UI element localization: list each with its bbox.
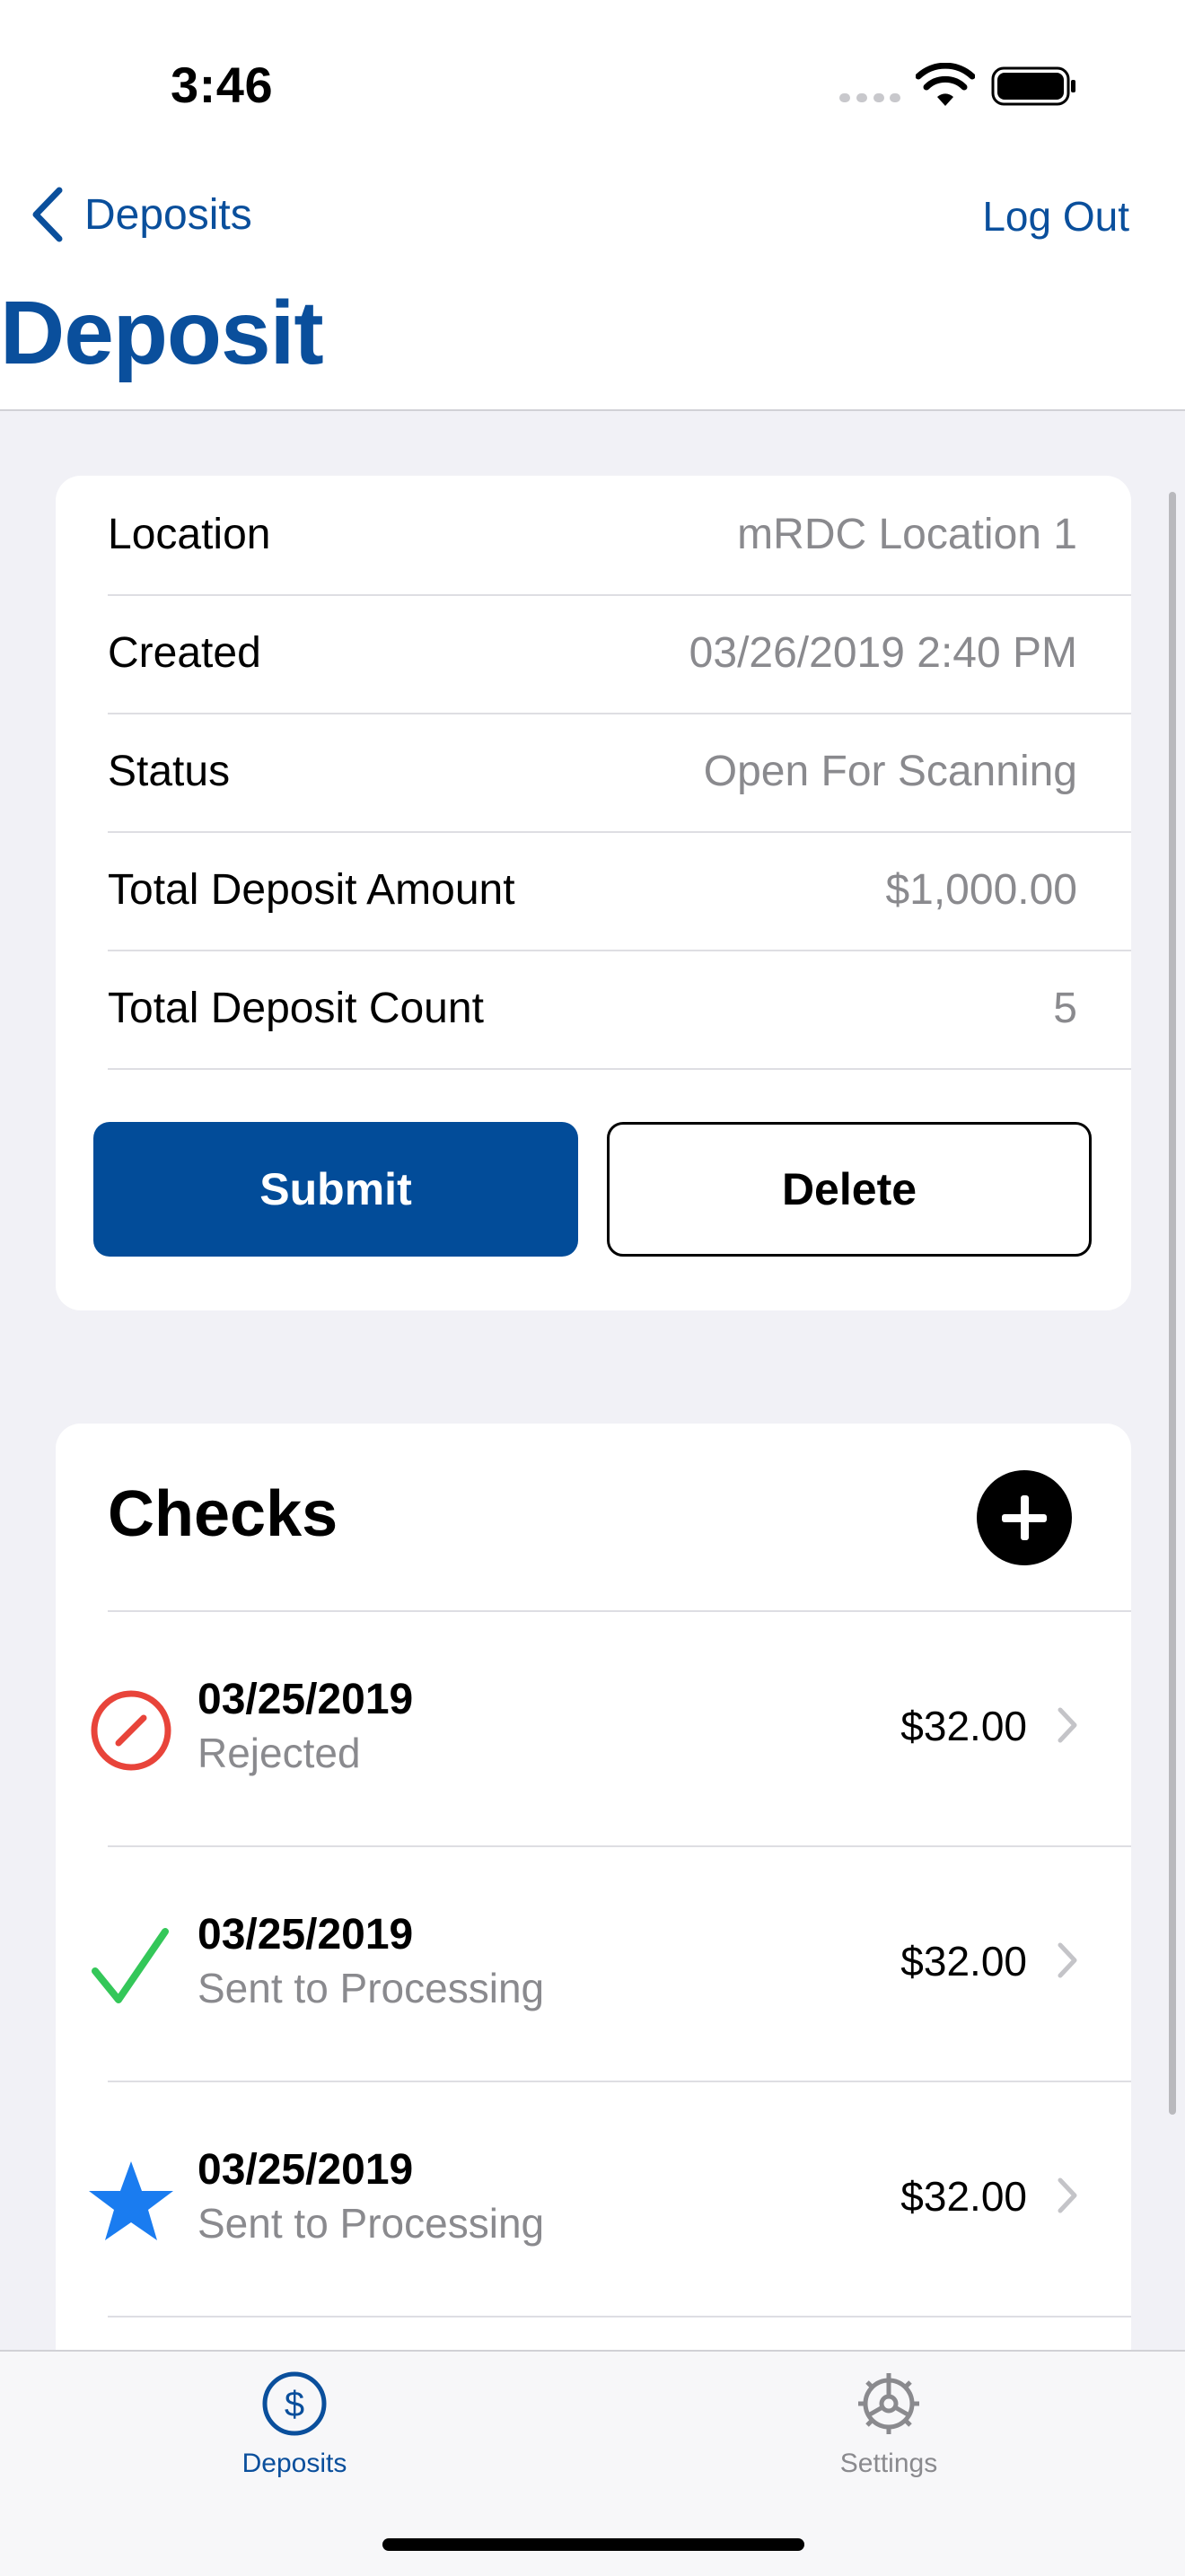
- rejected-icon: [91, 1690, 171, 1771]
- detail-row-total-amount: Total Deposit Amount $1,000.00: [108, 831, 1131, 951]
- chevron-right-icon: [1058, 2177, 1077, 2213]
- scrollbar[interactable]: [1169, 492, 1176, 2115]
- check-status: Sent to Processing: [198, 1965, 545, 2011]
- dollar-circle-icon: $: [262, 2371, 327, 2436]
- battery-icon: [991, 66, 1075, 106]
- detail-label: Status: [108, 748, 231, 795]
- home-indicator[interactable]: [382, 2538, 804, 2551]
- logout-button[interactable]: Log Out: [982, 192, 1129, 241]
- gear-icon: [858, 2373, 919, 2434]
- checks-title: Checks: [108, 1478, 338, 1550]
- check-date: 03/25/2019: [198, 2146, 414, 2194]
- detail-value: $1,000.00: [885, 866, 1077, 914]
- checkmark-icon: [92, 1928, 169, 2003]
- detail-row-location: Location mRDC Location 1: [108, 476, 1131, 596]
- check-date: 03/25/2019: [198, 1676, 414, 1723]
- tab-deposits[interactable]: $ Deposits: [160, 2370, 429, 2479]
- check-amount: $32.00: [900, 2173, 1027, 2220]
- cellular-signal-icon: [839, 93, 900, 104]
- star-icon: [89, 2161, 173, 2240]
- deposit-details-card: Location mRDC Location 1 Created 03/26/2…: [56, 476, 1131, 1310]
- wifi-icon: [916, 63, 975, 106]
- detail-value: 03/26/2019 2:40 PM: [689, 629, 1077, 677]
- check-status: Rejected: [198, 1730, 361, 1776]
- detail-value: Open For Scanning: [703, 748, 1077, 795]
- tab-label: Deposits: [241, 2449, 347, 2478]
- check-date: 03/25/2019: [198, 1911, 414, 1958]
- tab-label: Settings: [839, 2449, 938, 2478]
- chevron-left-icon: [32, 187, 63, 242]
- back-label: Deposits: [84, 190, 252, 239]
- status-bar: 3:46: [0, 0, 1185, 171]
- divider: [108, 2316, 1131, 2318]
- detail-value: mRDC Location 1: [737, 511, 1077, 558]
- chevron-right-icon: [1058, 1707, 1077, 1743]
- delete-button[interactable]: Delete: [607, 1122, 1092, 1257]
- check-list-item[interactable]: 03/25/2019 Rejected $32.00: [56, 1612, 1131, 1847]
- navigation-bar: Deposits Log Out Deposit: [0, 171, 1185, 411]
- add-check-button[interactable]: [977, 1470, 1072, 1565]
- detail-label: Created: [108, 629, 261, 677]
- chevron-right-icon: [1058, 1942, 1077, 1978]
- tab-settings[interactable]: Settings: [754, 2370, 1023, 2479]
- page-title: Deposit: [0, 283, 324, 383]
- checks-card: Checks 03/25/2019 Rejected $32.00 03/25/…: [56, 1424, 1131, 2429]
- detail-row-total-count: Total Deposit Count 5: [108, 950, 1131, 1070]
- status-time: 3:46: [171, 57, 274, 113]
- detail-label: Location: [108, 511, 271, 558]
- detail-label: Total Deposit Count: [108, 985, 484, 1032]
- detail-value: 5: [1053, 985, 1077, 1032]
- svg-text:$: $: [285, 2385, 304, 2424]
- check-status: Sent to Processing: [198, 2200, 545, 2247]
- detail-label: Total Deposit Amount: [108, 866, 515, 914]
- back-button[interactable]: Deposits: [27, 183, 252, 246]
- check-amount: $32.00: [900, 1938, 1027, 1985]
- check-amount: $32.00: [900, 1703, 1027, 1749]
- submit-button[interactable]: Submit: [93, 1122, 578, 1257]
- check-list-item[interactable]: 03/25/2019 Sent to Processing $32.00: [56, 1847, 1131, 2082]
- detail-row-created: Created 03/26/2019 2:40 PM: [108, 594, 1131, 714]
- check-list-item[interactable]: 03/25/2019 Sent to Processing $32.00: [56, 2082, 1131, 2318]
- detail-row-status: Status Open For Scanning: [108, 713, 1131, 833]
